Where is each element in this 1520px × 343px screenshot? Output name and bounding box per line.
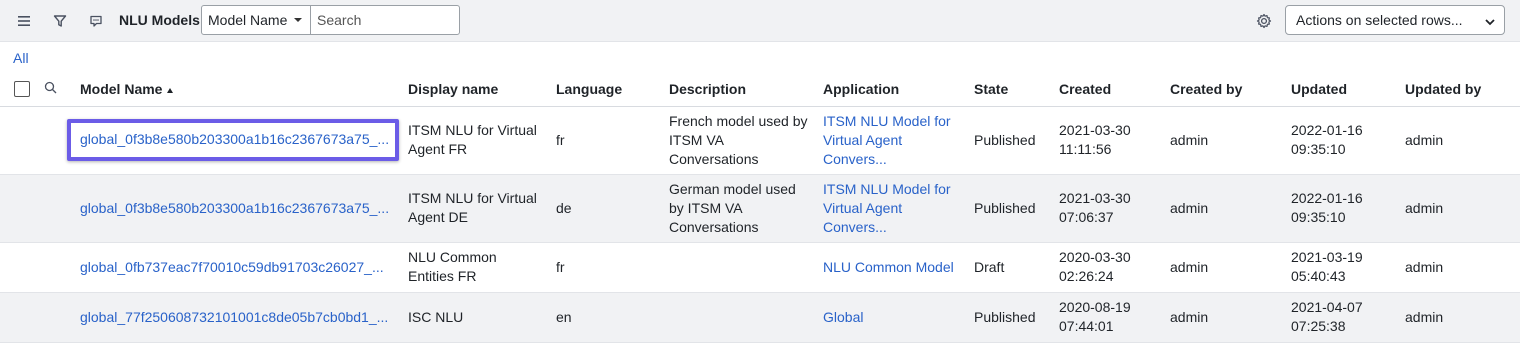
created-cell: 2020-03-30 02:26:24 (1059, 242, 1170, 293)
sort-ascending-icon (167, 87, 174, 93)
state-cell: Published (974, 106, 1059, 175)
table-row: global_77f250608732101001c8de05b7cb0bd1_… (0, 292, 1520, 343)
model-name-link[interactable]: global_0f3b8e580b203300a1b16c2367673a75_… (80, 200, 389, 216)
updated-cell: 2022-01-16 09:35:10 (1291, 106, 1405, 175)
language-cell: fr (556, 106, 669, 175)
updated-cell: 2022-01-16 09:35:10 (1291, 174, 1405, 243)
hamburger-menu-icon[interactable] (14, 11, 34, 31)
application-link[interactable]: ITSM NLU Model for Virtual Agent Convers… (823, 180, 974, 237)
model-name-link[interactable]: global_77f250608732101001c8de05b7cb0bd1_… (80, 309, 388, 325)
nlu-models-table: Model Name Display name Language Descrip… (0, 72, 1520, 343)
actions-select-value: Actions on selected rows... (1296, 12, 1463, 28)
search-field-select[interactable]: Model Name (201, 5, 311, 35)
column-header-application[interactable]: Application (823, 72, 974, 107)
chat-bubble-icon[interactable] (86, 11, 106, 31)
list-header: NLU Models Model Name Actions on selecte… (0, 0, 1520, 42)
breadcrumb-all[interactable]: All (13, 50, 29, 66)
table-header-row: Model Name Display name Language Descrip… (0, 72, 1520, 107)
column-header-created[interactable]: Created (1059, 72, 1170, 107)
updated-cell: 2021-03-19 05:40:43 (1291, 242, 1405, 293)
table-row: global_0f3b8e580b203300a1b16c2367673a75_… (0, 106, 1520, 175)
language-cell: en (556, 292, 669, 343)
application-link[interactable]: ITSM NLU Model for Virtual Agent Convers… (823, 112, 974, 169)
column-header-language[interactable]: Language (556, 72, 669, 107)
updated-by-cell: admin (1405, 106, 1520, 175)
language-cell: de (556, 174, 669, 243)
application-link[interactable]: Global (823, 308, 974, 327)
search-field-select-value: Model Name (208, 12, 288, 28)
gear-icon[interactable] (1254, 11, 1274, 31)
column-search-icon[interactable] (44, 81, 57, 97)
breadcrumb-bar: All (0, 42, 1520, 72)
description-cell: French model used by ITSM VA Conversatio… (669, 112, 808, 167)
updated-by-cell: admin (1405, 242, 1520, 293)
created-cell: 2021-03-30 07:06:37 (1059, 174, 1170, 243)
column-header-state[interactable]: State (974, 72, 1059, 107)
column-header-display-name[interactable]: Display name (408, 72, 556, 107)
display-name-cell: ITSM NLU for Virtual Agent DE (408, 190, 537, 225)
updated-cell: 2021-04-07 07:25:38 (1291, 292, 1405, 343)
column-header-created-by[interactable]: Created by (1170, 72, 1291, 107)
model-name-link[interactable]: global_0f3b8e580b203300a1b16c2367673a75_… (80, 131, 389, 147)
funnel-icon[interactable] (50, 11, 70, 31)
state-cell: Draft (974, 242, 1059, 293)
column-header-description[interactable]: Description (669, 72, 823, 107)
description-cell: German model used by ITSM VA Conversatio… (669, 180, 796, 235)
display-name-cell: ISC NLU (408, 308, 464, 325)
caret-down-icon (294, 18, 302, 22)
state-cell: Published (974, 292, 1059, 343)
created-by-cell: admin (1170, 106, 1291, 175)
table-row: global_0f3b8e580b203300a1b16c2367673a75_… (0, 174, 1520, 243)
updated-by-cell: admin (1405, 292, 1520, 343)
display-name-cell: ITSM NLU for Virtual Agent FR (408, 122, 537, 157)
actions-select[interactable]: Actions on selected rows... (1285, 5, 1505, 35)
created-by-cell: admin (1170, 174, 1291, 243)
updated-by-cell: admin (1405, 174, 1520, 243)
language-cell: fr (556, 242, 669, 293)
created-by-cell: admin (1170, 292, 1291, 343)
chevron-down-icon (1484, 15, 1496, 31)
highlighted-model-link[interactable]: global_0f3b8e580b203300a1b16c2367673a75_… (67, 119, 400, 161)
display-name-cell: NLU Common Entities FR (408, 249, 497, 284)
select-all-checkbox[interactable] (14, 80, 30, 97)
application-link[interactable]: NLU Common Model (823, 258, 974, 277)
column-header-updated[interactable]: Updated (1291, 72, 1405, 107)
table-row: global_0fb737eac7f70010c59db91703c26027_… (0, 242, 1520, 293)
page-title: NLU Models (119, 12, 200, 28)
state-cell: Published (974, 174, 1059, 243)
created-by-cell: admin (1170, 242, 1291, 293)
column-header-model-name[interactable]: Model Name (80, 72, 408, 107)
search-input[interactable] (310, 5, 460, 35)
column-header-updated-by[interactable]: Updated by (1405, 72, 1520, 107)
created-cell: 2021-03-30 11:11:56 (1059, 106, 1170, 175)
created-cell: 2020-08-19 07:44:01 (1059, 292, 1170, 343)
model-name-link[interactable]: global_0fb737eac7f70010c59db91703c26027_… (80, 259, 384, 275)
